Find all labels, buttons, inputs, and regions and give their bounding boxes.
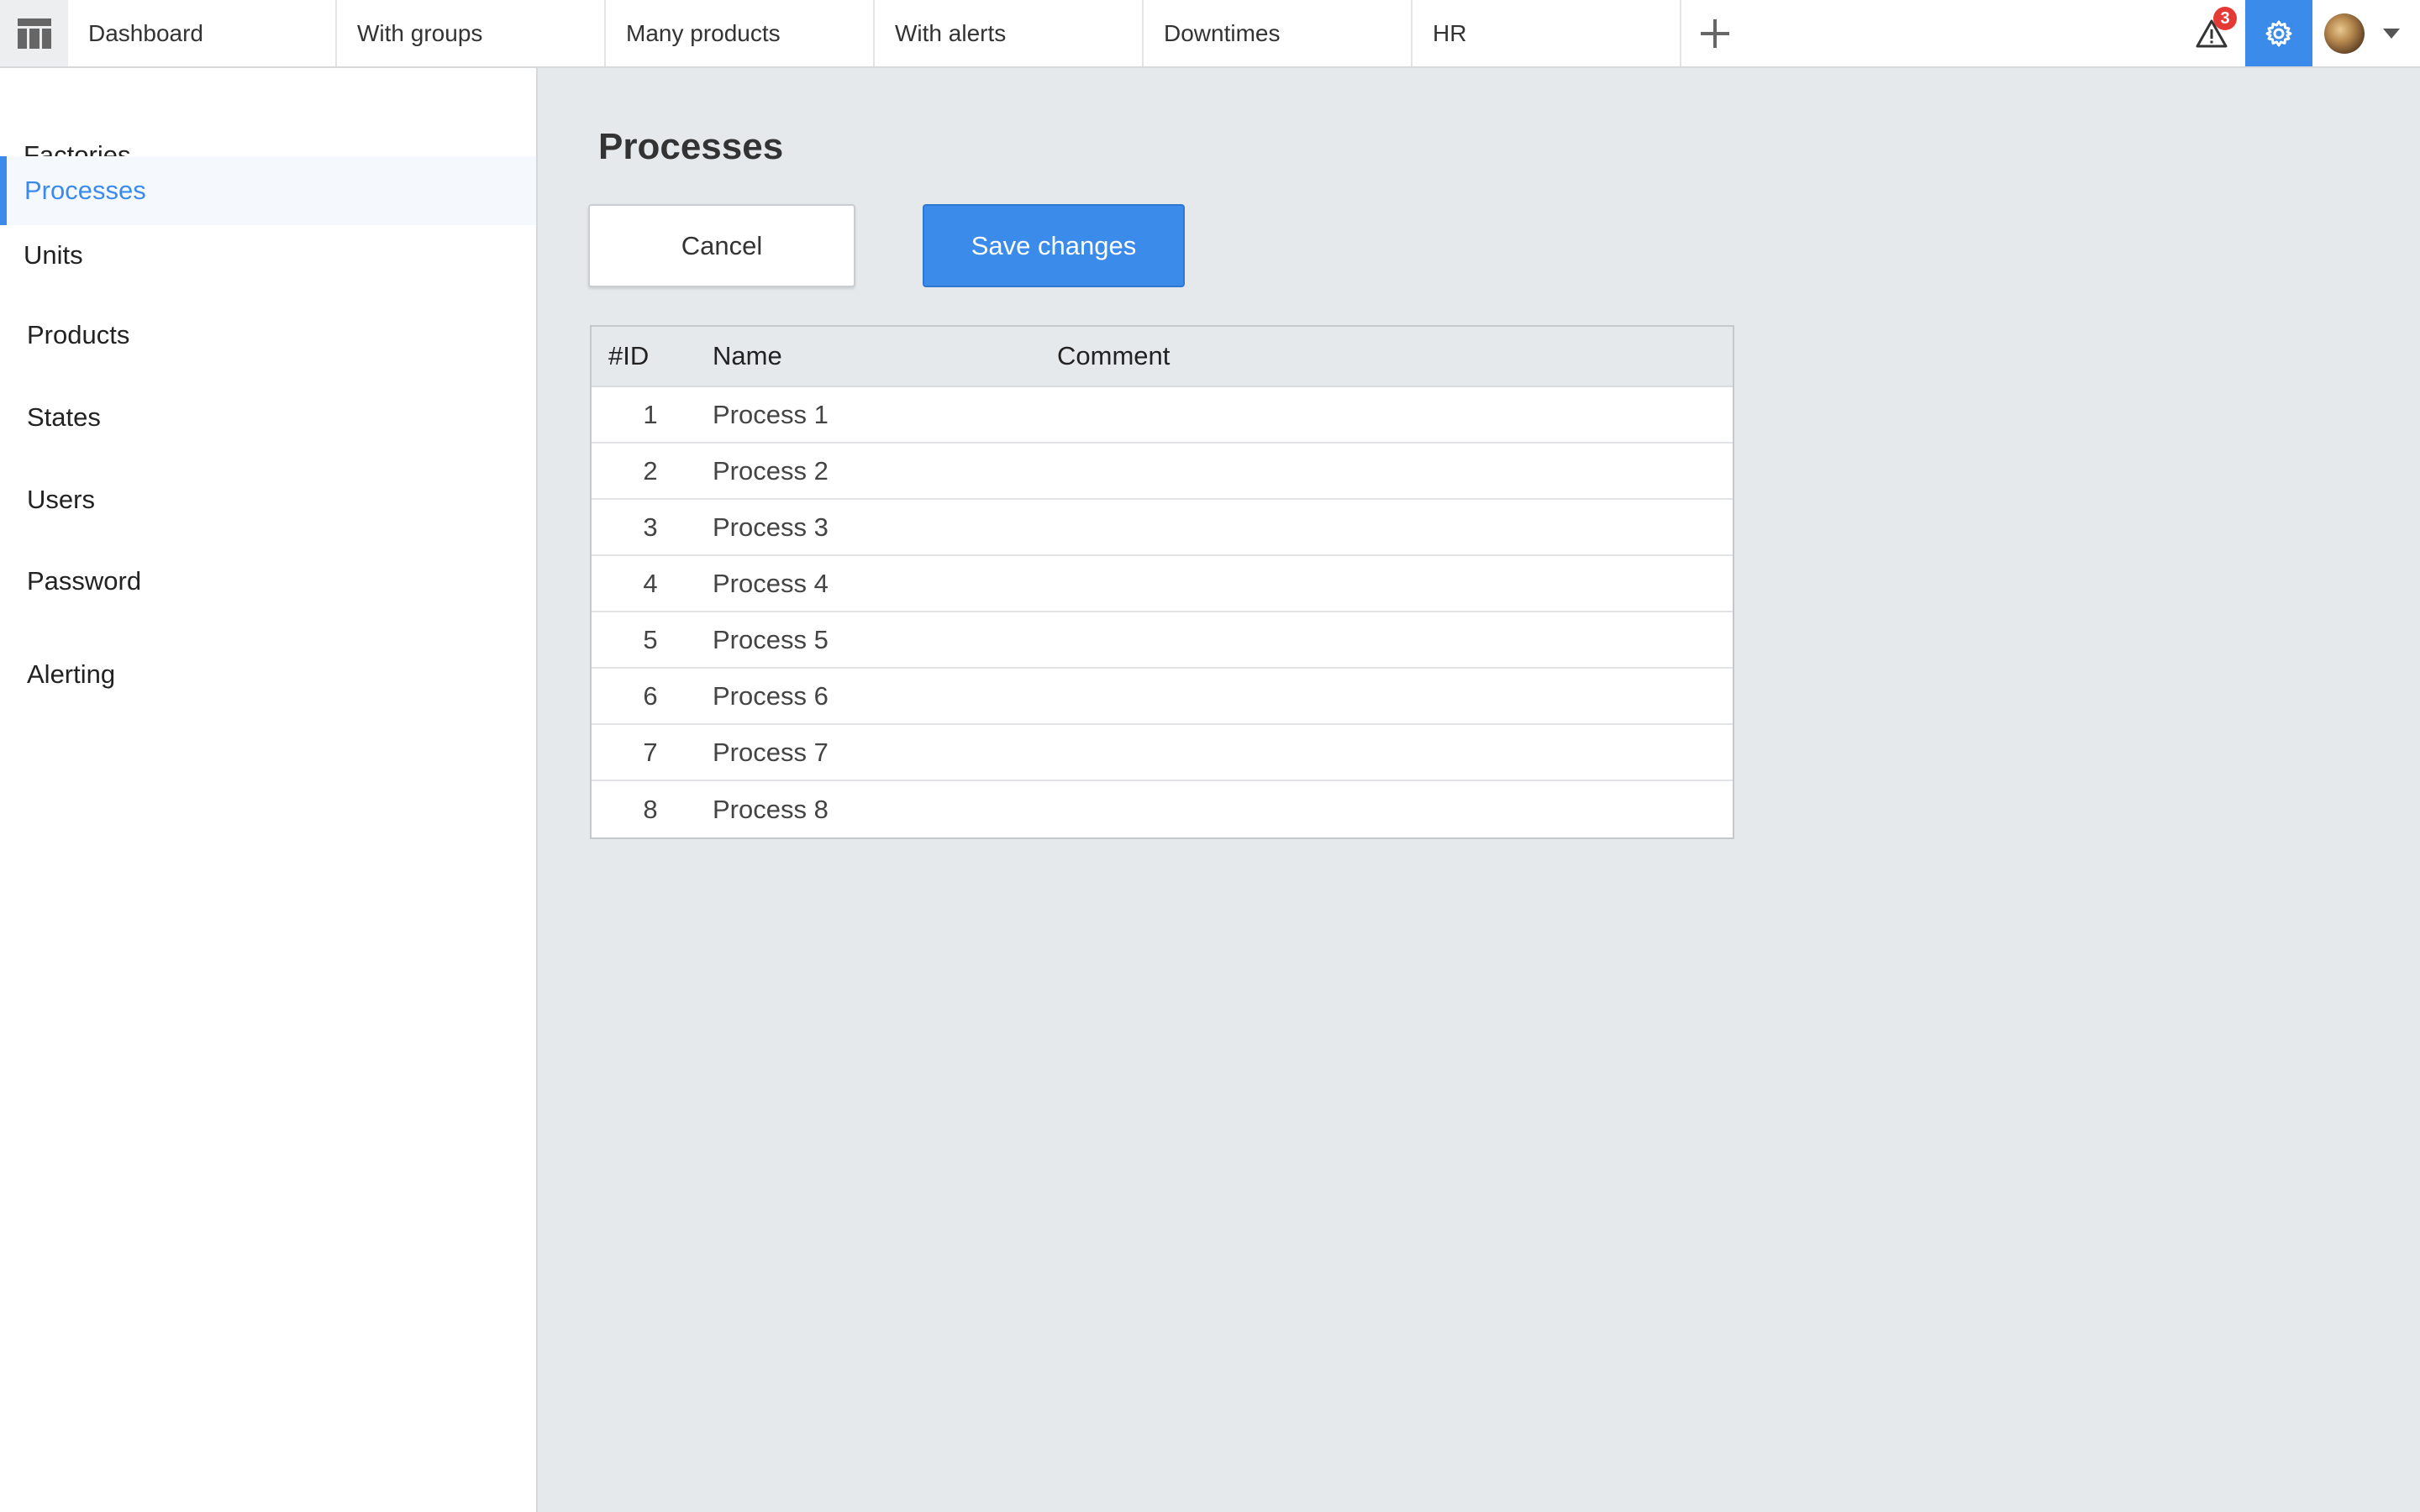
page-title: Processes [598, 126, 784, 167]
row-id: 4 [643, 568, 658, 598]
row-name-field[interactable]: Process 6 [709, 681, 1057, 711]
sidebar-item-label: Alerting [27, 659, 116, 689]
caret-down-icon [2383, 28, 2400, 39]
row-name-field[interactable]: Process 3 [709, 512, 1057, 543]
plus-icon [1701, 18, 1729, 48]
sidebar-item-label: Units [24, 240, 83, 270]
tab-label: With alerts [895, 19, 1007, 46]
alert-count-badge: 3 [2213, 7, 2237, 30]
sidebar-item-processes[interactable]: Processes [0, 156, 536, 225]
row-id: 8 [643, 794, 658, 824]
tab-label: Dashboard [88, 19, 203, 46]
sidebar-item-password[interactable]: Password [0, 547, 536, 616]
app-menu-button[interactable] [0, 0, 68, 66]
sidebar-item-products[interactable]: Products [0, 301, 536, 370]
column-header-id: #ID [608, 341, 650, 370]
processes-table: #ID Name Comment 1 Process 1 2 Process 2… [590, 325, 1734, 839]
gear-icon [2265, 20, 2292, 46]
tab-label: HR [1433, 19, 1467, 46]
save-changes-button[interactable]: Save changes [923, 204, 1185, 287]
grid-menu-icon [17, 18, 51, 49]
user-menu-button[interactable] [2312, 0, 2420, 66]
tab-many-products[interactable]: Many products [606, 0, 875, 66]
table-row[interactable]: 6 Process 6 [592, 669, 1733, 725]
settings-sidebar: Factories Processes Units Products State… [0, 68, 538, 1512]
column-header-comment: Comment [1057, 341, 1171, 370]
row-id: 7 [643, 737, 658, 767]
table-row[interactable]: 1 Process 1 [592, 387, 1733, 444]
table-row[interactable]: 7 Process 7 [592, 725, 1733, 781]
tab-with-alerts[interactable]: With alerts [875, 0, 1144, 66]
tab-label: With groups [357, 19, 483, 46]
sidebar-item-label: States [27, 402, 101, 432]
row-name-field[interactable]: Process 4 [709, 569, 1057, 599]
tab-label: Downtimes [1164, 19, 1281, 46]
row-id: 5 [643, 624, 658, 654]
sidebar-item-label: Users [27, 485, 95, 514]
row-id: 6 [643, 680, 658, 711]
sidebar-item-units[interactable]: Units [0, 221, 536, 290]
tab-label: Many products [626, 19, 781, 46]
row-id: 2 [643, 455, 658, 486]
cancel-button[interactable]: Cancel [588, 204, 855, 287]
table-row[interactable]: 8 Process 8 [592, 781, 1733, 837]
add-tab-button[interactable] [1681, 0, 1749, 66]
tab-hr[interactable]: HR [1413, 0, 1681, 66]
row-name-field[interactable]: Process 8 [709, 795, 1057, 825]
sidebar-item-label: Password [27, 566, 142, 596]
top-navigation-bar: Dashboard With groups Many products With… [0, 0, 2420, 68]
row-id: 1 [643, 399, 658, 429]
row-name-field[interactable]: Process 5 [709, 625, 1057, 655]
table-row[interactable]: 3 Process 3 [592, 500, 1733, 556]
tab-downtimes[interactable]: Downtimes [1144, 0, 1413, 66]
sidebar-item-label: Products [27, 320, 130, 349]
row-name-field[interactable]: Process 1 [709, 400, 1057, 430]
sidebar-item-alerting[interactable]: Alerting [0, 640, 536, 709]
row-name-field[interactable]: Process 7 [709, 738, 1057, 768]
table-row[interactable]: 4 Process 4 [592, 556, 1733, 612]
table-row[interactable]: 5 Process 5 [592, 612, 1733, 669]
sidebar-item-states[interactable]: States [0, 383, 536, 452]
settings-button[interactable] [2245, 0, 2312, 66]
table-header: #ID Name Comment [592, 327, 1733, 387]
alerts-button[interactable]: 3 [2178, 0, 2245, 66]
row-id: 3 [643, 512, 658, 542]
sidebar-item-users[interactable]: Users [0, 465, 536, 534]
column-header-name: Name [713, 341, 782, 370]
row-name-field[interactable]: Process 2 [709, 456, 1057, 486]
sidebar-item-label: Processes [24, 176, 146, 205]
table-row[interactable]: 2 Process 2 [592, 444, 1733, 500]
tab-dashboard[interactable]: Dashboard [68, 0, 337, 66]
avatar [2324, 13, 2365, 54]
tab-with-groups[interactable]: With groups [337, 0, 606, 66]
